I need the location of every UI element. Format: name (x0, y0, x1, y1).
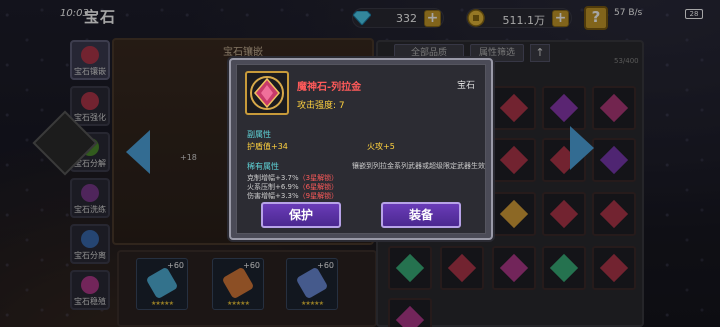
gem-attack: 攻击强度: 7 (297, 101, 345, 111)
rare-attr-note: 镶嵌到列拉金系列武器或超级限定武器生效 (352, 162, 485, 170)
protect-button[interactable]: 保护 (261, 202, 341, 228)
gem-thumbnail (245, 71, 289, 115)
sub-stat-shield: 护盾值+34 (247, 142, 288, 151)
gem-detail-popup: 魔神石-列拉金 宝石 攻击强度: 7 副属性 护盾值+34 火攻+5 稀有属性 … (229, 58, 493, 240)
rare-attr-label: 稀有属性 (247, 162, 279, 171)
rare-stat: 伤害增幅+3.3%（9星解锁） (247, 192, 339, 200)
ruby-gem-icon (250, 76, 284, 110)
sub-attr-label: 副属性 (247, 130, 271, 139)
gem-type: 宝石 (456, 81, 475, 91)
equip-button[interactable]: 装备 (381, 202, 461, 228)
gem-name: 魔神石-列拉金 (297, 82, 362, 93)
sub-stat-fire: 火攻+5 (367, 142, 395, 151)
